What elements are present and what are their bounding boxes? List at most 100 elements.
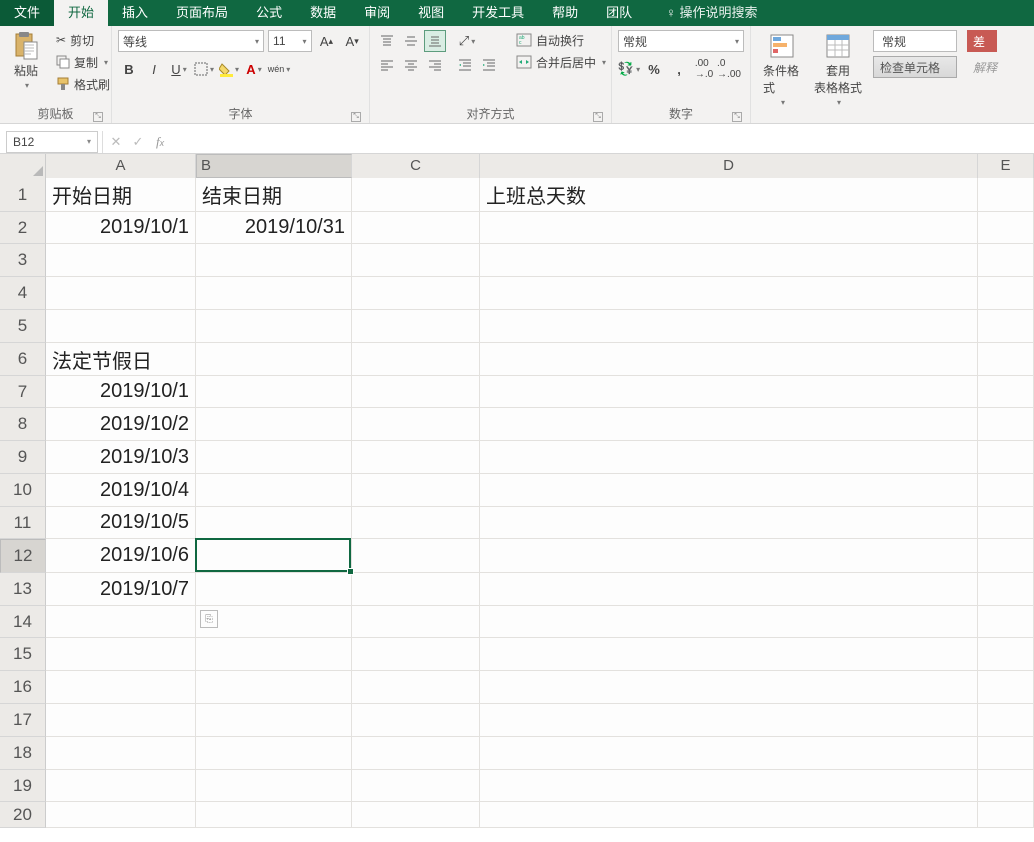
cell-B2[interactable]: 2019/10/31	[196, 212, 352, 244]
cell-D5[interactable]	[480, 310, 978, 343]
cell-D11[interactable]	[480, 507, 978, 539]
cell-B4[interactable]	[196, 277, 352, 310]
row-header-11[interactable]: 11	[0, 507, 46, 539]
cell-D1[interactable]: 上班总天数	[480, 178, 978, 212]
cell-A18[interactable]	[46, 737, 196, 770]
cell-D3[interactable]	[480, 244, 978, 277]
cell-A13[interactable]: 2019/10/7	[46, 573, 196, 606]
cell-B14[interactable]	[196, 606, 352, 638]
cell-C16[interactable]	[352, 671, 480, 704]
tab-data[interactable]: 数据	[296, 0, 350, 26]
row-header-4[interactable]: 4	[0, 277, 46, 310]
cell-E11[interactable]	[978, 507, 1034, 539]
cell-A12[interactable]: 2019/10/6	[46, 539, 196, 573]
cell-D8[interactable]	[480, 408, 978, 441]
cell-A15[interactable]	[46, 638, 196, 671]
cell-A3[interactable]	[46, 244, 196, 277]
cell-C17[interactable]	[352, 704, 480, 737]
cell-A7[interactable]: 2019/10/1	[46, 376, 196, 408]
cell-C10[interactable]	[352, 474, 480, 507]
cell-D17[interactable]	[480, 704, 978, 737]
align-center-button[interactable]	[400, 54, 422, 76]
row-header-12[interactable]: 12	[0, 539, 46, 573]
number-launcher[interactable]: ⤡	[732, 112, 742, 122]
row-header-10[interactable]: 10	[0, 474, 46, 507]
cell-C4[interactable]	[352, 277, 480, 310]
border-button[interactable]: ▾	[193, 58, 215, 80]
grow-font-button[interactable]: A▴	[316, 30, 338, 52]
cell-B20[interactable]	[196, 802, 352, 828]
cell-A14[interactable]	[46, 606, 196, 638]
align-bottom-button[interactable]	[424, 30, 446, 52]
row-header-6[interactable]: 6	[0, 343, 46, 376]
row-header-2[interactable]: 2	[0, 212, 46, 244]
cell-E17[interactable]	[978, 704, 1034, 737]
cell-E7[interactable]	[978, 376, 1034, 408]
cell-style-check[interactable]: 检查单元格	[873, 56, 957, 78]
percent-button[interactable]: %	[643, 58, 665, 80]
cell-style-bad[interactable]: 差	[967, 30, 997, 52]
font-size-select[interactable]: 11▾	[268, 30, 312, 52]
cell-D16[interactable]	[480, 671, 978, 704]
cell-B7[interactable]	[196, 376, 352, 408]
cell-D19[interactable]	[480, 770, 978, 802]
col-header-C[interactable]: C	[352, 154, 480, 178]
tab-insert[interactable]: 插入	[108, 0, 162, 26]
cell-C14[interactable]	[352, 606, 480, 638]
align-middle-button[interactable]	[400, 30, 422, 52]
align-left-button[interactable]	[376, 54, 398, 76]
cell-A10[interactable]: 2019/10/4	[46, 474, 196, 507]
cell-A17[interactable]	[46, 704, 196, 737]
font-color-button[interactable]: A▾	[243, 58, 265, 80]
cell-A19[interactable]	[46, 770, 196, 802]
cell-E15[interactable]	[978, 638, 1034, 671]
cell-C1[interactable]	[352, 178, 480, 212]
cell-B19[interactable]	[196, 770, 352, 802]
bold-button[interactable]: B	[118, 58, 140, 80]
row-header-13[interactable]: 13	[0, 573, 46, 606]
cell-E19[interactable]	[978, 770, 1034, 802]
format-as-table-button[interactable]: 套用 表格格式▾	[813, 30, 863, 109]
row-header-1[interactable]: 1	[0, 178, 46, 212]
cell-E6[interactable]	[978, 343, 1034, 376]
autofill-options-button[interactable]: ⎘	[200, 610, 218, 628]
cell-E3[interactable]	[978, 244, 1034, 277]
cell-A4[interactable]	[46, 277, 196, 310]
cell-C13[interactable]	[352, 573, 480, 606]
cell-B16[interactable]	[196, 671, 352, 704]
italic-button[interactable]: I	[143, 58, 165, 80]
name-box[interactable]: B12▾	[6, 131, 98, 153]
tab-view[interactable]: 视图	[404, 0, 458, 26]
row-header-19[interactable]: 19	[0, 770, 46, 802]
cell-B17[interactable]	[196, 704, 352, 737]
cell-B8[interactable]	[196, 408, 352, 441]
cell-C12[interactable]	[352, 539, 480, 573]
cell-C20[interactable]	[352, 802, 480, 828]
cell-C18[interactable]	[352, 737, 480, 770]
tab-home[interactable]: 开始	[54, 0, 108, 26]
cell-B9[interactable]	[196, 441, 352, 474]
cell-E18[interactable]	[978, 737, 1034, 770]
tab-formula[interactable]: 公式	[242, 0, 296, 26]
cell-D6[interactable]	[480, 343, 978, 376]
cell-E13[interactable]	[978, 573, 1034, 606]
underline-button[interactable]: U▾	[168, 58, 190, 80]
align-right-button[interactable]	[424, 54, 446, 76]
col-header-A[interactable]: A	[46, 154, 196, 178]
shrink-font-button[interactable]: A▾	[341, 30, 363, 52]
row-header-16[interactable]: 16	[0, 671, 46, 704]
fill-color-button[interactable]: ▾	[218, 58, 240, 80]
orientation-button[interactable]: ⤢▾	[454, 30, 480, 52]
insert-function-button[interactable]: fx	[149, 132, 171, 152]
row-header-20[interactable]: 20	[0, 802, 46, 828]
cell-E4[interactable]	[978, 277, 1034, 310]
cell-C15[interactable]	[352, 638, 480, 671]
cell-B12[interactable]	[196, 539, 352, 573]
cell-E2[interactable]	[978, 212, 1034, 244]
cell-A16[interactable]	[46, 671, 196, 704]
cell-A6[interactable]: 法定节假日	[46, 343, 196, 376]
cell-C6[interactable]	[352, 343, 480, 376]
cell-C9[interactable]	[352, 441, 480, 474]
cell-C19[interactable]	[352, 770, 480, 802]
formula-input[interactable]	[171, 132, 1034, 152]
